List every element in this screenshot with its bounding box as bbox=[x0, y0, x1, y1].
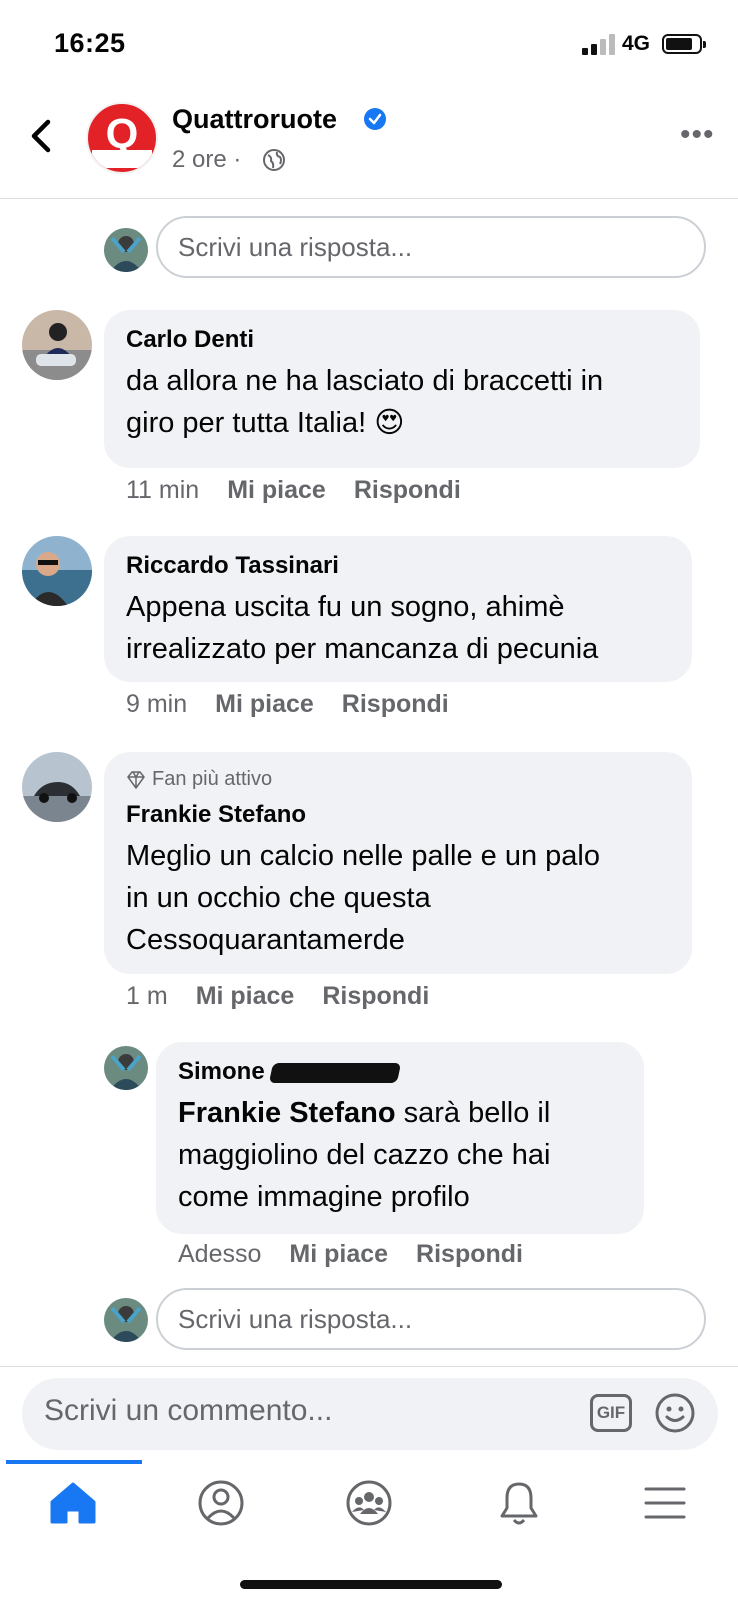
composer-divider bbox=[0, 1366, 738, 1367]
reply-text-line: maggiolino del cazzo che hai bbox=[178, 1139, 551, 1171]
bell-icon bbox=[500, 1482, 538, 1525]
reply-button[interactable]: Rispondi bbox=[342, 690, 449, 718]
comment-meta: 11 min Mi piace Rispondi bbox=[126, 476, 461, 505]
logo-tag bbox=[92, 150, 152, 168]
avatar bbox=[104, 1298, 148, 1342]
menu-icon bbox=[644, 1487, 686, 1519]
avatar[interactable] bbox=[22, 752, 92, 822]
home-icon bbox=[50, 1482, 96, 1524]
comment-meta: 9 min Mi piace Rispondi bbox=[126, 690, 449, 719]
comment-text-line: in un occhio che questa bbox=[126, 882, 431, 914]
tab-home[interactable] bbox=[44, 1476, 102, 1530]
signal-icon bbox=[582, 33, 616, 55]
more-options-button[interactable]: ••• bbox=[680, 120, 715, 150]
reply-meta: Adesso Mi piace Rispondi bbox=[178, 1240, 523, 1269]
reply-author[interactable]: Simone bbox=[178, 1058, 265, 1085]
verified-badge-icon bbox=[364, 108, 386, 130]
reply-text: sarà bello il bbox=[395, 1097, 551, 1129]
reply-button[interactable]: Rispondi bbox=[354, 476, 461, 504]
reply-button[interactable]: Rispondi bbox=[322, 982, 429, 1010]
avatar[interactable] bbox=[104, 1046, 148, 1090]
diamond-icon bbox=[127, 770, 145, 789]
comment-bubble: Riccardo Tassinari Appena uscita fu un s… bbox=[104, 536, 692, 682]
comment-author[interactable]: Riccardo Tassinari bbox=[126, 552, 670, 580]
comment-bubble: Carlo Denti da allora ne ha lasciato di … bbox=[104, 310, 700, 468]
like-button[interactable]: Mi piace bbox=[215, 690, 314, 718]
reply-time: Adesso bbox=[178, 1240, 262, 1268]
comment-placeholder: Scrivi un commento... bbox=[44, 1394, 333, 1427]
gif-button[interactable]: GIF bbox=[590, 1394, 632, 1432]
reply-text-line: come immagine profilo bbox=[178, 1181, 470, 1213]
header-divider bbox=[0, 198, 738, 199]
fan-badge: Fan più attivo bbox=[126, 768, 670, 791]
redaction-mark bbox=[269, 1062, 402, 1083]
comment-text-line: Appena uscita fu un sogno, ahimè bbox=[126, 591, 565, 623]
comment-text-line: Meglio un calcio nelle palle e un palo bbox=[126, 840, 600, 872]
groups-icon bbox=[346, 1480, 392, 1526]
mention[interactable]: Frankie Stefano bbox=[178, 1097, 396, 1129]
page-avatar[interactable]: Q bbox=[86, 102, 158, 174]
like-button[interactable]: Mi piace bbox=[289, 1240, 388, 1268]
emoji-icon[interactable] bbox=[654, 1392, 696, 1434]
comment-time: 9 min bbox=[126, 690, 188, 718]
status-time: 16:25 bbox=[54, 28, 126, 58]
reply-input[interactable]: Scrivi una risposta... bbox=[156, 216, 706, 278]
comment-time: 1 m bbox=[126, 982, 168, 1010]
like-button[interactable]: Mi piace bbox=[227, 476, 326, 504]
avatar bbox=[104, 228, 148, 272]
avatar[interactable] bbox=[22, 310, 92, 380]
reply-input[interactable]: Scrivi una risposta... bbox=[156, 1288, 706, 1350]
tab-notifications[interactable] bbox=[490, 1476, 548, 1530]
comment-time: 11 min bbox=[126, 476, 200, 504]
page-name[interactable]: Quattroruote bbox=[172, 104, 337, 135]
profile-icon bbox=[198, 1480, 244, 1526]
back-chevron-icon bbox=[31, 119, 51, 153]
reply-button[interactable]: Rispondi bbox=[416, 1240, 523, 1268]
reply-text-line: Frankie Stefano sarà bello il bbox=[178, 1092, 622, 1134]
comment-author[interactable]: Frankie Stefano bbox=[126, 801, 670, 829]
comment-meta: 1 m Mi piace Rispondi bbox=[126, 982, 429, 1011]
comment-text-line: giro per tutta Italia! 😍 bbox=[126, 407, 405, 439]
battery-icon bbox=[662, 34, 706, 54]
comment-text-line: Cessoquarantamerde bbox=[126, 924, 405, 956]
home-indicator bbox=[240, 1580, 502, 1589]
globe-icon bbox=[262, 148, 286, 172]
comment-author[interactable]: Carlo Denti bbox=[126, 326, 678, 354]
network-label: 4G bbox=[622, 32, 651, 55]
tab-menu[interactable] bbox=[636, 1476, 694, 1530]
tab-groups[interactable] bbox=[340, 1476, 398, 1530]
avatar[interactable] bbox=[22, 536, 92, 606]
reply-author-row: Simone bbox=[178, 1058, 622, 1086]
comment-text-line: irrealizzato per mancanza di pecunia bbox=[126, 633, 599, 665]
comment-bubble: Fan più attivo Frankie Stefano Meglio un… bbox=[104, 752, 692, 974]
like-button[interactable]: Mi piace bbox=[196, 982, 295, 1010]
reply-bubble: Simone Frankie Stefano sarà bello il mag… bbox=[156, 1042, 644, 1234]
fan-badge-label: Fan più attivo bbox=[152, 768, 273, 790]
post-time: 2 ore · bbox=[172, 146, 242, 173]
active-tab-indicator bbox=[6, 1460, 142, 1464]
back-button[interactable] bbox=[28, 118, 56, 154]
comment-text-line: da allora ne ha lasciato di braccetti in bbox=[126, 365, 604, 397]
tab-profile[interactable] bbox=[192, 1476, 250, 1530]
